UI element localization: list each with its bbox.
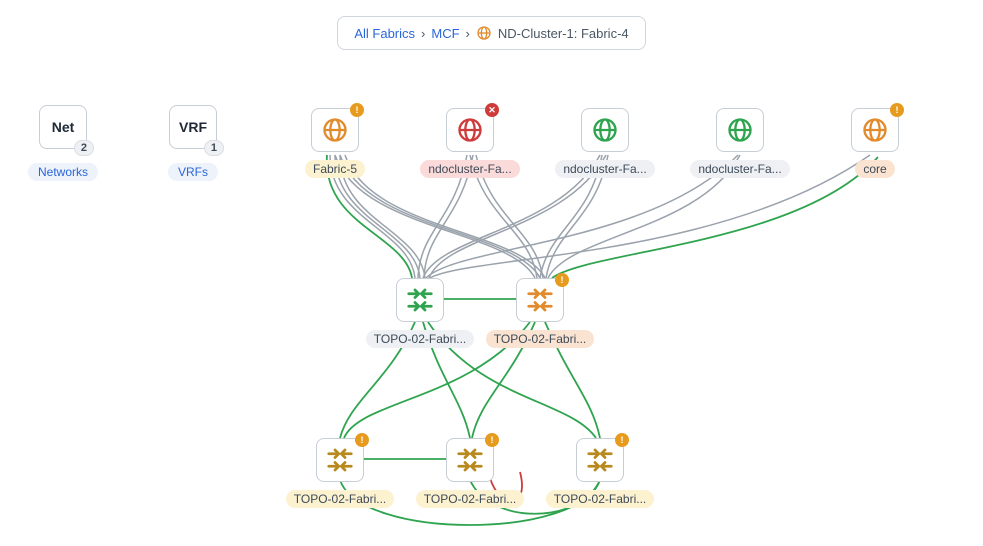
breadcrumb: All Fabrics › MCF › ND-Cluster-1: Fabric… [337, 16, 645, 50]
vrfs-count-badge: 1 [204, 140, 224, 156]
node-label: ndocluster-Fa... [420, 160, 519, 178]
warning-badge-icon: ! [485, 433, 499, 447]
switch-arrows-icon [585, 447, 615, 473]
node-label: Fabric-5 [305, 160, 365, 178]
vrfs-label: VRFs [168, 163, 218, 181]
fabric-node-box: ! [311, 108, 359, 152]
fabric-node-box [581, 108, 629, 152]
breadcrumb-separator: › [466, 26, 470, 41]
globe-icon [456, 116, 484, 144]
fabric-node-box: ✕ [446, 108, 494, 152]
node-label: ndocluster-Fa... [690, 160, 789, 178]
leaf-node-3[interactable]: ! TOPO-02-Fabri... [550, 438, 650, 508]
leaf-node-box: ! [316, 438, 364, 482]
globe-icon [726, 116, 754, 144]
vrfs-box-label: VRF [179, 119, 207, 135]
switch-arrows-icon [405, 287, 435, 313]
switch-arrows-icon [455, 447, 485, 473]
switch-node-b[interactable]: ! TOPO-02-Fabri... [490, 278, 590, 348]
fabric-node-ndocluster-1[interactable]: ✕ ndocluster-Fa... [420, 108, 520, 178]
fabric-node-core[interactable]: ! core [825, 108, 925, 178]
vrfs-summary[interactable]: VRF 1 VRFs [168, 105, 218, 181]
switch-arrows-icon [325, 447, 355, 473]
networks-box-label: Net [52, 119, 75, 135]
leaf-node-2[interactable]: ! TOPO-02-Fabri... [420, 438, 520, 508]
networks-summary[interactable]: Net 2 Networks [28, 105, 98, 181]
globe-icon [476, 25, 492, 41]
globe-icon [321, 116, 349, 144]
side-panel: Net 2 Networks VRF 1 VRFs [28, 105, 218, 181]
warning-badge-icon: ! [350, 103, 364, 117]
leaf-node-1[interactable]: ! TOPO-02-Fabri... [290, 438, 390, 508]
fabric-node-box [716, 108, 764, 152]
error-badge-icon: ✕ [485, 103, 499, 117]
node-label: ndocluster-Fa... [555, 160, 654, 178]
breadcrumb-all-fabrics[interactable]: All Fabrics [354, 26, 415, 41]
fabric-node-box: ! [851, 108, 899, 152]
switch-node-box: ! [516, 278, 564, 322]
node-label: TOPO-02-Fabri... [286, 490, 394, 508]
node-label: TOPO-02-Fabri... [546, 490, 654, 508]
switch-arrows-icon [525, 287, 555, 313]
node-label: TOPO-02-Fabri... [486, 330, 594, 348]
switch-node-a[interactable]: TOPO-02-Fabri... [370, 278, 470, 348]
networks-count-badge: 2 [74, 140, 94, 156]
globe-icon [591, 116, 619, 144]
node-label: TOPO-02-Fabri... [416, 490, 524, 508]
warning-badge-icon: ! [615, 433, 629, 447]
fabric-node-ndocluster-3[interactable]: ndocluster-Fa... [690, 108, 790, 178]
breadcrumb-current: ND-Cluster-1: Fabric-4 [498, 26, 629, 41]
fabric-node-ndocluster-2[interactable]: ndocluster-Fa... [555, 108, 655, 178]
fabric-node-fabric5[interactable]: ! Fabric-5 [285, 108, 385, 178]
globe-icon [861, 116, 889, 144]
node-label: TOPO-02-Fabri... [366, 330, 474, 348]
breadcrumb-separator: › [421, 26, 425, 41]
warning-badge-icon: ! [555, 273, 569, 287]
networks-label: Networks [28, 163, 98, 181]
node-label: core [855, 160, 894, 178]
networks-box: Net 2 [39, 105, 87, 149]
warning-badge-icon: ! [890, 103, 904, 117]
switch-node-box [396, 278, 444, 322]
warning-badge-icon: ! [355, 433, 369, 447]
vrfs-box: VRF 1 [169, 105, 217, 149]
leaf-node-box: ! [576, 438, 624, 482]
breadcrumb-mcf[interactable]: MCF [431, 26, 459, 41]
leaf-node-box: ! [446, 438, 494, 482]
